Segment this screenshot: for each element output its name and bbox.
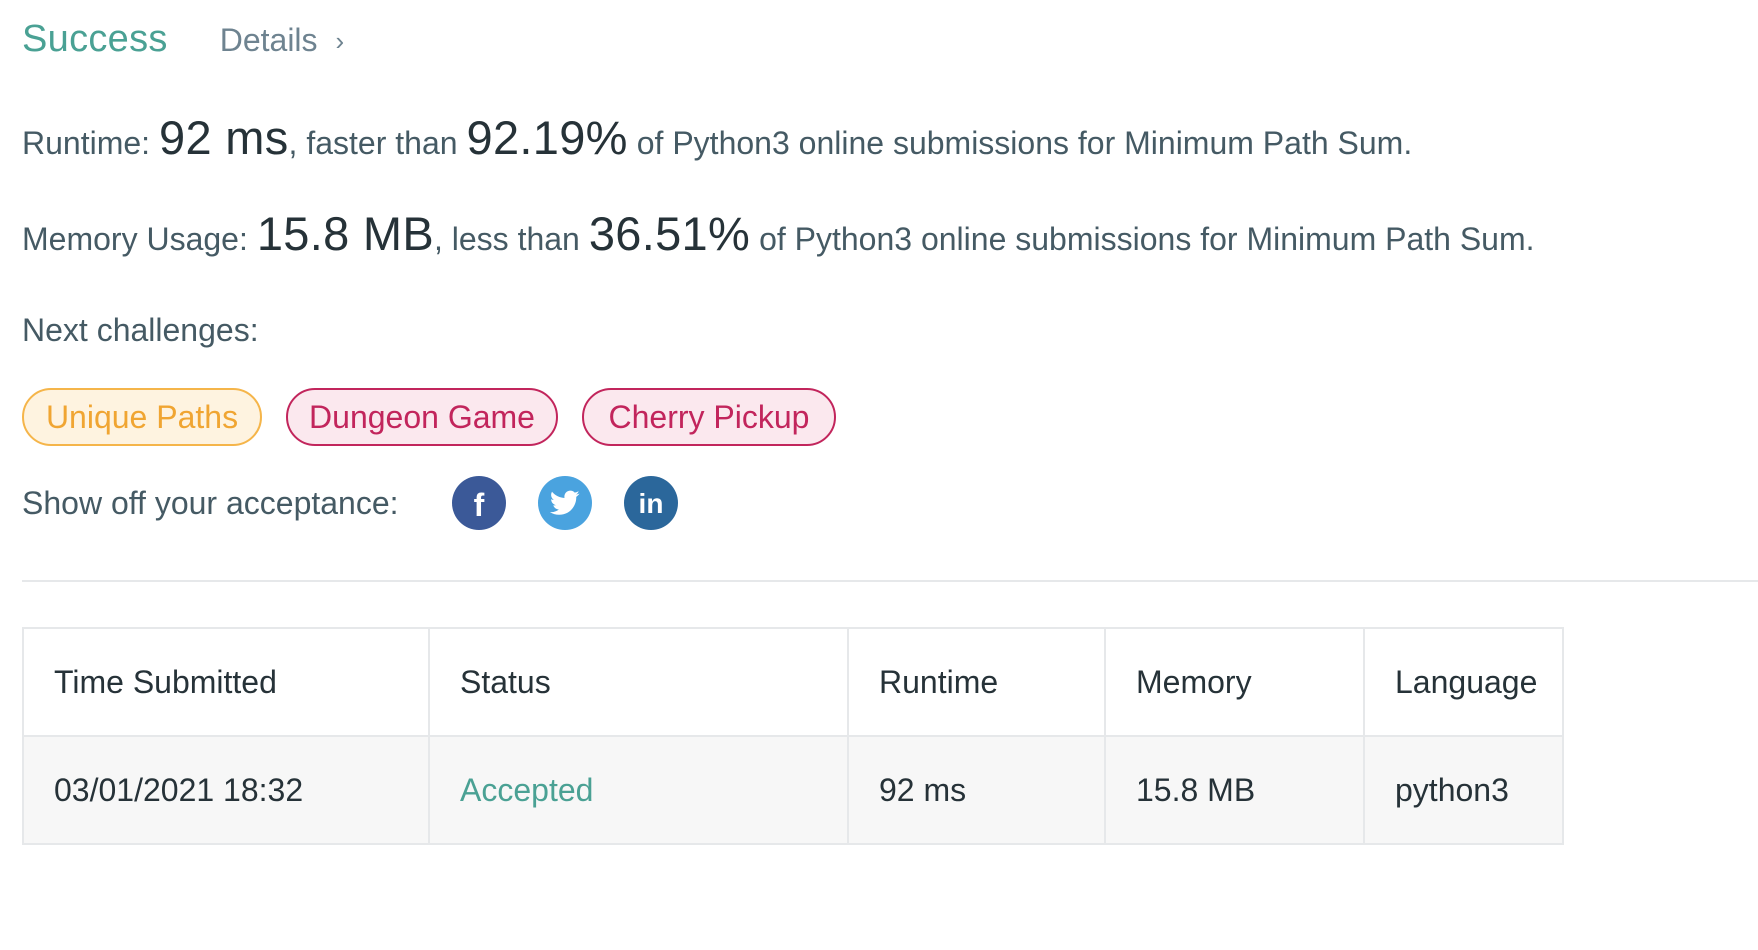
memory-comparison: , less than <box>433 221 580 257</box>
result-header: Success Details › <box>22 18 344 61</box>
status-accepted-link[interactable]: Accepted <box>460 772 593 808</box>
runtime-suffix: of Python3 online submissions for Minimu… <box>636 125 1413 161</box>
share-label: Show off your acceptance: <box>22 484 399 521</box>
table-row: 03/01/2021 18:32 Accepted 92 ms 15.8 MB … <box>22 735 1564 845</box>
runtime-value: 92 ms <box>159 111 289 164</box>
column-header-language: Language <box>1363 627 1564 737</box>
facebook-glyph: f <box>473 486 485 523</box>
runtime-stat: Runtime: 92 ms , faster than 92.19% of P… <box>22 110 1412 165</box>
cell-language: python3 <box>1363 735 1564 845</box>
cell-time-submitted: 03/01/2021 18:32 <box>22 735 430 845</box>
twitter-icon[interactable] <box>538 476 592 530</box>
column-header-time-submitted: Time Submitted <box>22 627 430 737</box>
facebook-icon[interactable]: f <box>452 476 506 530</box>
memory-suffix: of Python3 online submissions for Minimu… <box>759 221 1535 257</box>
details-link[interactable]: Details › <box>220 22 344 59</box>
memory-percentile: 36.51% <box>588 207 751 260</box>
cell-memory: 15.8 MB <box>1104 735 1365 845</box>
cell-status: Accepted <box>428 735 849 845</box>
linkedin-glyph: in <box>638 488 664 519</box>
memory-stat: Memory Usage: 15.8 MB , less than 36.51%… <box>22 206 1535 261</box>
share-icons: f in <box>452 476 710 530</box>
result-status-title: Success <box>22 18 168 60</box>
twitter-bird-glyph <box>550 490 580 515</box>
memory-label: Memory Usage: <box>22 221 248 257</box>
runtime-label: Runtime: <box>22 125 151 161</box>
memory-value: 15.8 MB <box>256 207 434 260</box>
column-header-runtime: Runtime <box>847 627 1106 737</box>
submissions-table: Time Submitted Status Runtime Memory Lan… <box>22 627 1564 845</box>
column-header-memory: Memory <box>1104 627 1365 737</box>
chevron-right-icon: › <box>335 26 345 56</box>
challenge-chip-cherry-pickup[interactable]: Cherry Pickup <box>582 388 836 446</box>
challenge-chip-dungeon-game[interactable]: Dungeon Game <box>286 388 558 446</box>
table-header-row: Time Submitted Status Runtime Memory Lan… <box>22 627 1564 737</box>
next-challenges-label: Next challenges: <box>22 312 259 348</box>
details-link-label: Details <box>219 22 318 58</box>
share-section: Show off your acceptance: f in <box>22 474 678 532</box>
linkedin-icon[interactable]: in <box>624 476 678 530</box>
runtime-percentile: 92.19% <box>466 111 628 164</box>
runtime-comparison: , faster than <box>288 125 458 161</box>
cell-runtime: 92 ms <box>847 735 1106 845</box>
column-header-status: Status <box>428 627 849 737</box>
next-challenges-list: Unique Paths Dungeon Game Cherry Pickup <box>22 388 860 446</box>
challenge-chip-unique-paths[interactable]: Unique Paths <box>22 388 262 446</box>
submission-result-page: Success Details › Runtime: 92 ms , faste… <box>0 0 1758 950</box>
section-divider <box>22 580 1758 582</box>
